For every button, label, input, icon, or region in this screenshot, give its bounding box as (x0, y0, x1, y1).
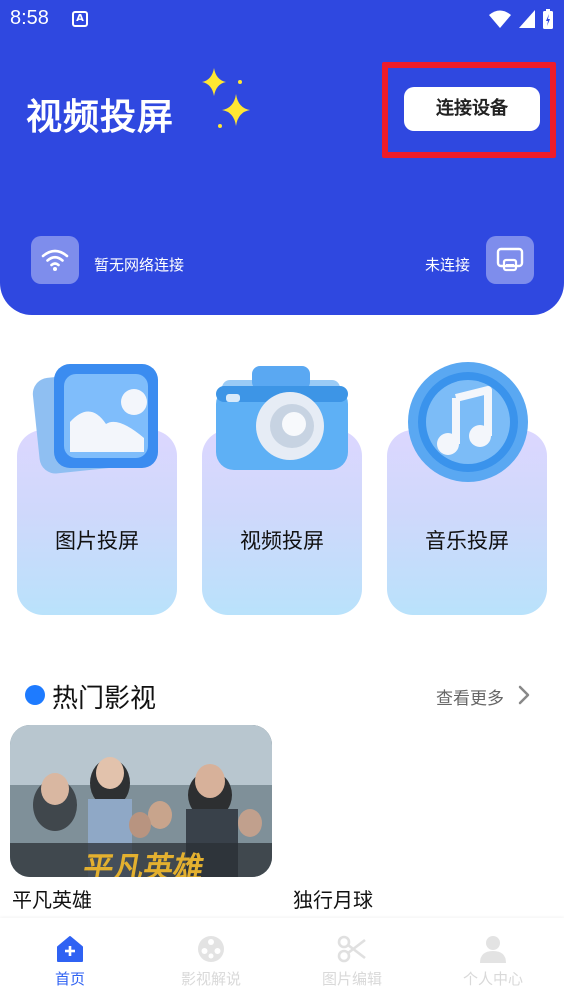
feature-label: 音乐投屏 (425, 529, 509, 553)
image-icon (32, 364, 158, 474)
bottom-nav: 首页 影视解说 图片编辑 个人中心 (0, 918, 564, 1004)
nav-profile[interactable]: 个人中心 (423, 934, 563, 989)
network-status-button[interactable] (31, 236, 79, 284)
section-dot (25, 685, 45, 705)
notification-badge-icon: A (72, 11, 88, 27)
sparkle-icon (202, 68, 250, 128)
battery-icon (543, 9, 553, 29)
network-status-label: 暂无网络连接 (94, 256, 185, 274)
nav-label: 影视解说 (180, 970, 241, 988)
home-icon (57, 936, 83, 962)
status-bar: 8:58 A (0, 0, 564, 38)
movie-title[interactable]: 平凡英雄 (12, 884, 92, 913)
nav-label: 图片编辑 (321, 970, 382, 988)
feature-label: 视频投屏 (240, 529, 324, 553)
nav-label: 个人中心 (462, 970, 523, 988)
cast-status-button[interactable] (486, 236, 534, 284)
header: 8:58 A 视频投屏 连接设备 暂无网络连接 未连接 (0, 0, 564, 315)
feature-label: 图片投屏 (55, 529, 139, 553)
nav-film-commentary[interactable]: 影视解说 (141, 934, 281, 989)
movie-poster[interactable]: 平凡英雄 (10, 725, 272, 877)
poster-title-art: 平凡英雄 (80, 851, 207, 877)
cell-signal-icon (519, 10, 535, 28)
cast-screen-icon (496, 247, 524, 272)
chevron-right-icon[interactable] (516, 684, 532, 706)
status-time: 8:58 (10, 7, 49, 29)
view-more-link[interactable]: 查看更多 (436, 684, 504, 709)
wifi-icon (41, 249, 69, 271)
section-title: 热门影视 (52, 684, 157, 714)
movie-title[interactable]: 独行月球 (293, 884, 373, 913)
app-title: 视频投屏 (26, 97, 175, 138)
person-icon (480, 936, 506, 963)
nav-home[interactable]: 首页 (0, 934, 140, 989)
wifi-signal-icon (489, 10, 511, 28)
film-reel-icon (198, 936, 224, 962)
camera-icon (216, 366, 348, 470)
scissors-icon (337, 935, 366, 963)
connection-status-label: 未连接 (424, 256, 470, 274)
status-icons (488, 8, 554, 30)
nav-label: 首页 (54, 970, 85, 988)
music-icon (408, 362, 528, 482)
nav-image-edit[interactable]: 图片编辑 (282, 934, 422, 989)
connect-device-button[interactable]: 连接设备 (404, 87, 540, 131)
